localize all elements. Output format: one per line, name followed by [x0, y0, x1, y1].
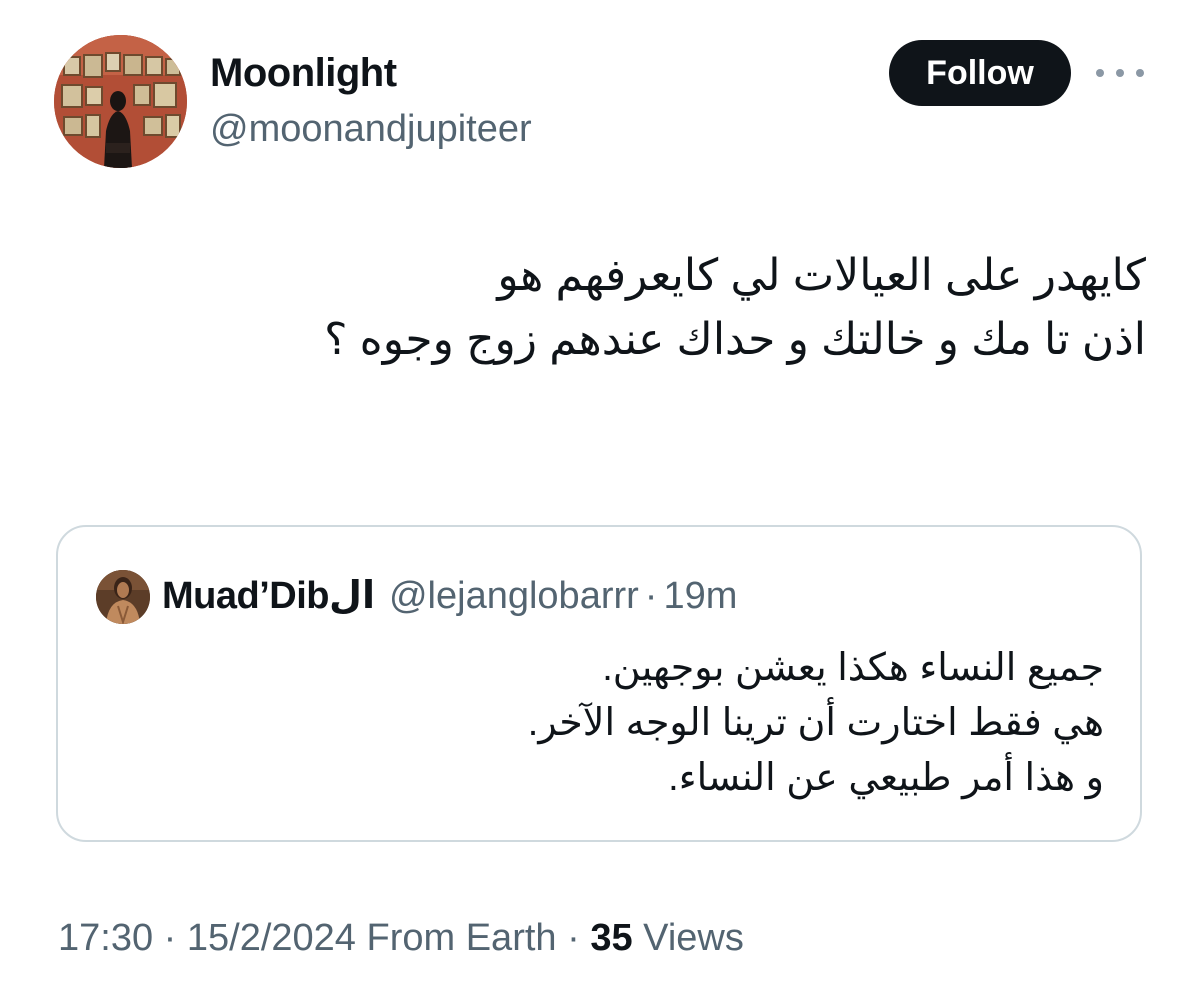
author-display-name[interactable]: Moonlight [210, 50, 397, 96]
quote-timestamp[interactable]: 19m [663, 571, 737, 621]
quote-separator: · [644, 575, 658, 617]
quote-author-avatar[interactable] [96, 570, 150, 624]
more-dot [1116, 69, 1124, 77]
tweet-text-line: كايهدر على العيالات لي كايعرفهم هو [497, 251, 1146, 300]
tweet-time[interactable]: 17:30 [58, 917, 153, 959]
quote-author-display-name[interactable]: Muad’Dibال [162, 571, 375, 621]
quote-text-line: و هذا أمر طبيعي عن النساء. [668, 757, 1104, 799]
views-count: 35 [590, 917, 633, 959]
quote-header: Muad’Dibال @lejanglobarrr · 19m [162, 571, 737, 621]
quote-text-line: جميع النساء هكذا يعشن بوجهين. [602, 647, 1104, 689]
quote-avatar-image [96, 570, 150, 624]
tweet-text-line: اذن تا مك و خالتك و حداك عندهم زوج وجوه … [324, 315, 1146, 364]
avatar-image [54, 35, 187, 168]
more-dot [1136, 69, 1144, 77]
tweet-date[interactable]: 15/2/2024 [187, 917, 356, 959]
meta-separator: · [567, 917, 580, 959]
more-dot [1096, 69, 1104, 77]
quoted-tweet-card[interactable]: Muad’Dibال @lejanglobarrr · 19m جميع الن… [56, 525, 1142, 842]
tweet-meta: 17:30 · 15/2/2024 From Earth · 35 Views [58, 915, 744, 961]
tweet-text: كايهدر على العيالات لي كايعرفهم هو اذن ت… [200, 244, 1146, 372]
meta-separator: · [163, 917, 177, 959]
tweet-source: From Earth [366, 917, 557, 959]
follow-button[interactable]: Follow [889, 40, 1071, 106]
quote-text: جميع النساء هكذا يعشن بوجهين. هي فقط اخت… [358, 641, 1104, 806]
quote-author-handle[interactable]: @lejanglobarrr [389, 571, 639, 621]
views-label: Views [643, 917, 744, 959]
author-handle[interactable]: @moonandjupiteer [210, 106, 532, 152]
quote-text-line: هي فقط اختارت أن ترينا الوجه الآخر. [527, 702, 1104, 744]
author-avatar[interactable] [54, 35, 187, 168]
more-horizontal-icon[interactable] [1096, 62, 1144, 84]
